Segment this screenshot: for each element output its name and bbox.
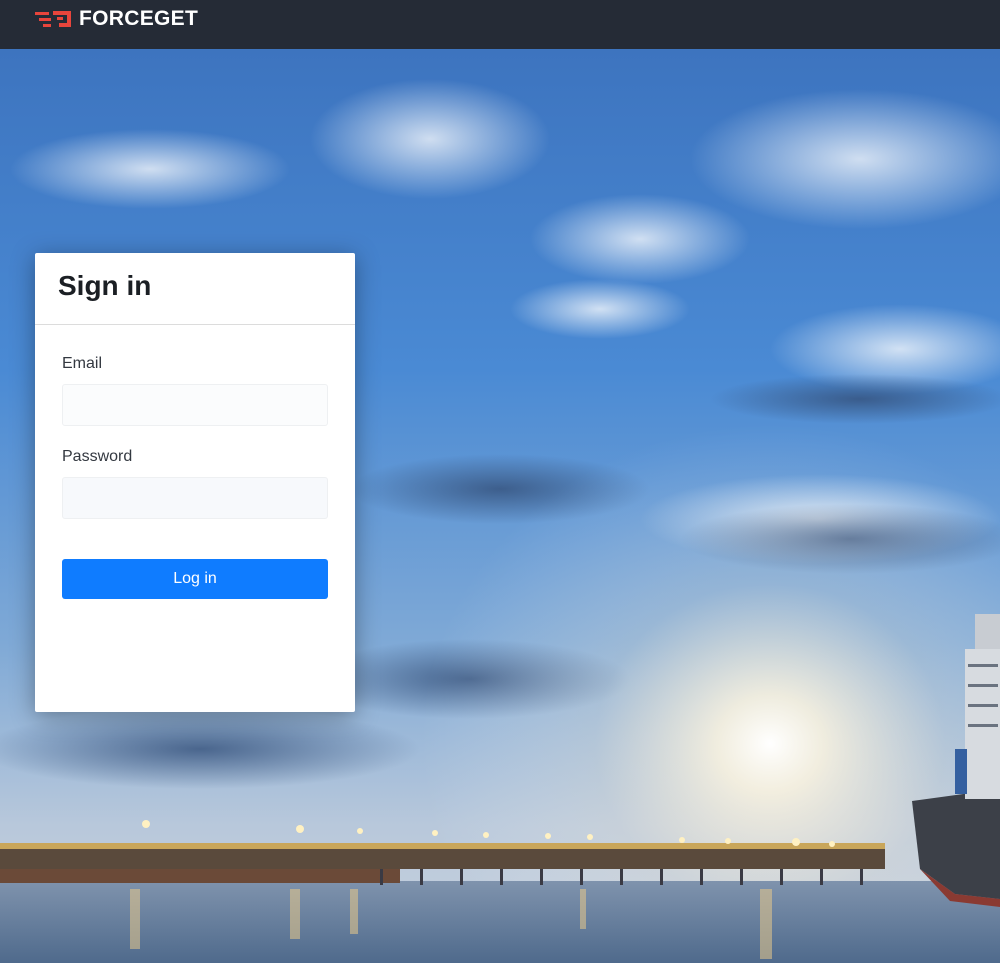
signin-card: Sign in Email Password Log in bbox=[35, 253, 355, 712]
signin-title: Sign in bbox=[58, 270, 152, 301]
top-navbar: FORCEGET bbox=[0, 0, 1000, 49]
login-page: FORCEGET Sign in Email Password Log in bbox=[0, 0, 1000, 963]
password-label: Password bbox=[62, 448, 133, 465]
brand-name: FORCEGET bbox=[79, 7, 199, 30]
brand-logo[interactable]: FORCEGET bbox=[35, 7, 199, 30]
email-label: Email bbox=[62, 355, 103, 372]
login-button[interactable]: Log in bbox=[62, 559, 328, 599]
password-field[interactable] bbox=[62, 477, 328, 519]
signin-form: Email Password Log in bbox=[35, 355, 355, 599]
signin-card-header: Sign in bbox=[35, 253, 355, 325]
email-field[interactable] bbox=[62, 384, 328, 426]
forceget-logo-icon bbox=[35, 11, 71, 27]
